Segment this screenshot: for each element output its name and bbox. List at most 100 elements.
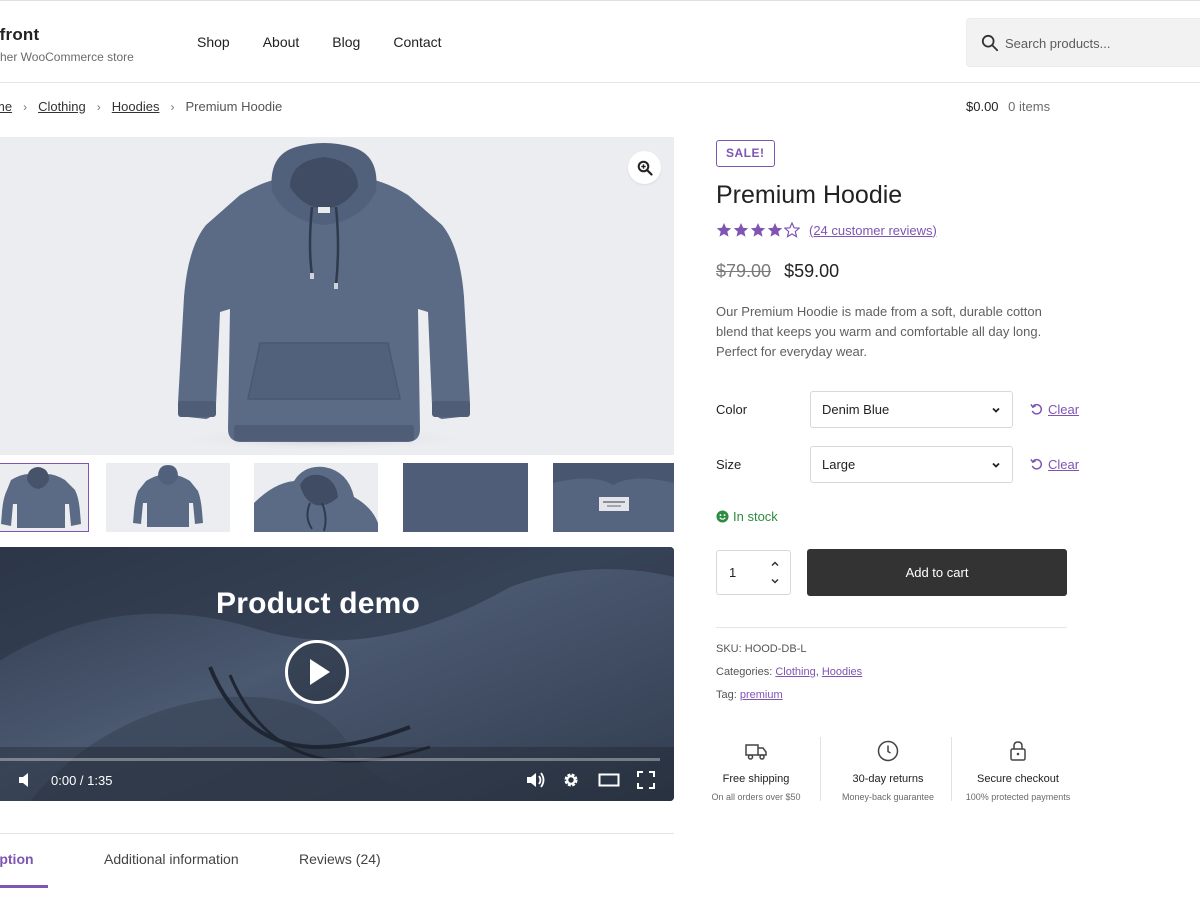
feature-highlights: Free shipping On all orders over $50 30-… (690, 735, 1090, 805)
search-box[interactable] (966, 18, 1200, 67)
feature-subtitle: Money-back guarantee (841, 792, 935, 802)
feature-title: Free shipping (722, 773, 790, 785)
clear-label: Clear (1048, 457, 1080, 472)
breadcrumb-current: Premium Hoodie (185, 99, 283, 114)
chevron-right-icon: › (170, 99, 175, 114)
product-sku: SKU: HOOD-DB-L (716, 643, 806, 655)
feature-title: 30-day returns (852, 773, 924, 785)
tabs-divider (0, 833, 674, 834)
feature-title: Secure checkout (977, 773, 1059, 785)
product-video[interactable]: Product demo 0:00 / 1:35 (0, 547, 674, 801)
customer-reviews-link[interactable]: (24 customer reviews) (809, 223, 937, 238)
sale-badge: SALE! (716, 140, 775, 167)
summary-divider (716, 627, 1067, 628)
feature-returns: 30-day returns Money-back guarantee (822, 735, 954, 805)
quantity-value[interactable]: 1 (729, 565, 736, 580)
stock-text: In stock (733, 509, 778, 524)
feature-secure-checkout: Secure checkout 100% protected payments (952, 735, 1084, 805)
tab-description[interactable]: ription (0, 851, 34, 867)
tab-additional-information[interactable]: Additional information (104, 851, 239, 867)
search-icon[interactable] (981, 34, 999, 52)
theater-mode-icon[interactable] (598, 771, 620, 789)
cart-total[interactable]: $0.00 (966, 99, 999, 114)
star-rating: (24 customer reviews) (716, 222, 937, 238)
sku-value: HOOD-DB-L (744, 643, 807, 655)
chevron-down-icon (992, 462, 1000, 468)
star-filled-icon (767, 223, 783, 237)
hoodie-image (174, 143, 474, 451)
lock-icon (1010, 741, 1026, 761)
video-title: Product demo (216, 587, 421, 620)
tag-link-premium[interactable]: premium (740, 689, 783, 701)
nav-item-about[interactable]: About (263, 34, 300, 50)
search-input[interactable] (1005, 33, 1200, 53)
feature-subtitle: 100% protected payments (965, 792, 1071, 802)
video-time: 0:00 / 1:35 (51, 773, 113, 788)
clear-size-button[interactable]: Clear (1030, 457, 1079, 472)
fabric-thumb-image (403, 463, 528, 532)
volume-up-icon[interactable] (525, 771, 545, 789)
active-tab-indicator (0, 885, 48, 888)
breadcrumb-hoodies[interactable]: Hoodies (112, 99, 160, 114)
thumbnail-fabric[interactable] (403, 463, 528, 532)
video-progress-bar[interactable] (0, 758, 660, 761)
breadcrumb-home[interactable]: me (0, 99, 12, 114)
category-link-clothing[interactable]: Clothing (775, 666, 815, 678)
stock-status: In stock (716, 509, 778, 524)
site-title[interactable]: efront (0, 25, 134, 45)
primary-nav: Shop About Blog Contact (197, 34, 475, 50)
smiley-icon (716, 510, 729, 523)
color-label: Color (716, 402, 748, 417)
thumbnail-back[interactable] (106, 463, 230, 532)
thumbnail-label[interactable] (553, 463, 674, 532)
quantity-stepper[interactable]: 1 (716, 550, 791, 595)
size-select[interactable]: Large (810, 446, 1013, 483)
reset-icon (1030, 458, 1043, 470)
chevron-up-icon[interactable] (769, 559, 781, 569)
site-branding[interactable]: efront other WooCommerce store (0, 25, 134, 64)
rating-stars (716, 222, 801, 238)
zoom-icon (637, 160, 653, 176)
hoodie-back-thumb-image (133, 465, 203, 527)
sku-label: SKU: (716, 643, 742, 655)
chevron-right-icon: › (23, 99, 28, 114)
clear-label: Clear (1048, 402, 1080, 417)
color-select[interactable]: Denim Blue (810, 391, 1013, 428)
category-link-hoodies[interactable]: Hoodies (822, 666, 862, 678)
header-cart[interactable]: $0.00 0 items (966, 99, 1050, 114)
categories-label: Categories: (716, 666, 773, 678)
play-button[interactable] (285, 640, 349, 704)
size-select-value: Large (822, 457, 856, 472)
color-select-value: Denim Blue (822, 402, 890, 417)
product-main-image[interactable] (0, 137, 674, 455)
volume-icon[interactable] (17, 771, 37, 789)
product-tags: Tag: premium (716, 689, 783, 701)
tag-label: Tag: (716, 689, 737, 701)
fullscreen-icon[interactable] (636, 771, 656, 789)
label-thumb-image (553, 463, 674, 532)
nav-item-shop[interactable]: Shop (197, 34, 230, 50)
product-thumbnails (0, 463, 674, 532)
product-categories: Categories: Clothing, Hoodies (716, 666, 863, 678)
zoom-button[interactable] (628, 151, 661, 184)
breadcrumb-clothing[interactable]: Clothing (38, 99, 86, 114)
feature-free-shipping: Free shipping On all orders over $50 (690, 735, 822, 805)
thumbnail-front[interactable] (0, 463, 89, 532)
reset-icon (1030, 403, 1043, 415)
play-icon (310, 659, 330, 685)
cart-count[interactable]: 0 items (1008, 99, 1050, 114)
hood-detail-thumb-image (254, 466, 378, 532)
hoodie-thumb-image (1, 467, 81, 528)
thumbnail-hood-detail[interactable] (254, 463, 378, 532)
star-filled-icon (733, 223, 749, 237)
gear-icon[interactable] (561, 771, 581, 789)
regular-price: $79.00 (716, 261, 772, 281)
tab-reviews[interactable]: Reviews (24) (299, 851, 381, 867)
nav-item-blog[interactable]: Blog (332, 34, 360, 50)
chevron-down-icon[interactable] (769, 576, 781, 586)
add-to-cart-button[interactable]: Add to cart (807, 549, 1067, 596)
nav-item-contact[interactable]: Contact (393, 34, 441, 50)
star-filled-icon (716, 223, 732, 237)
star-empty-icon (784, 222, 800, 238)
clear-color-button[interactable]: Clear (1030, 402, 1079, 417)
